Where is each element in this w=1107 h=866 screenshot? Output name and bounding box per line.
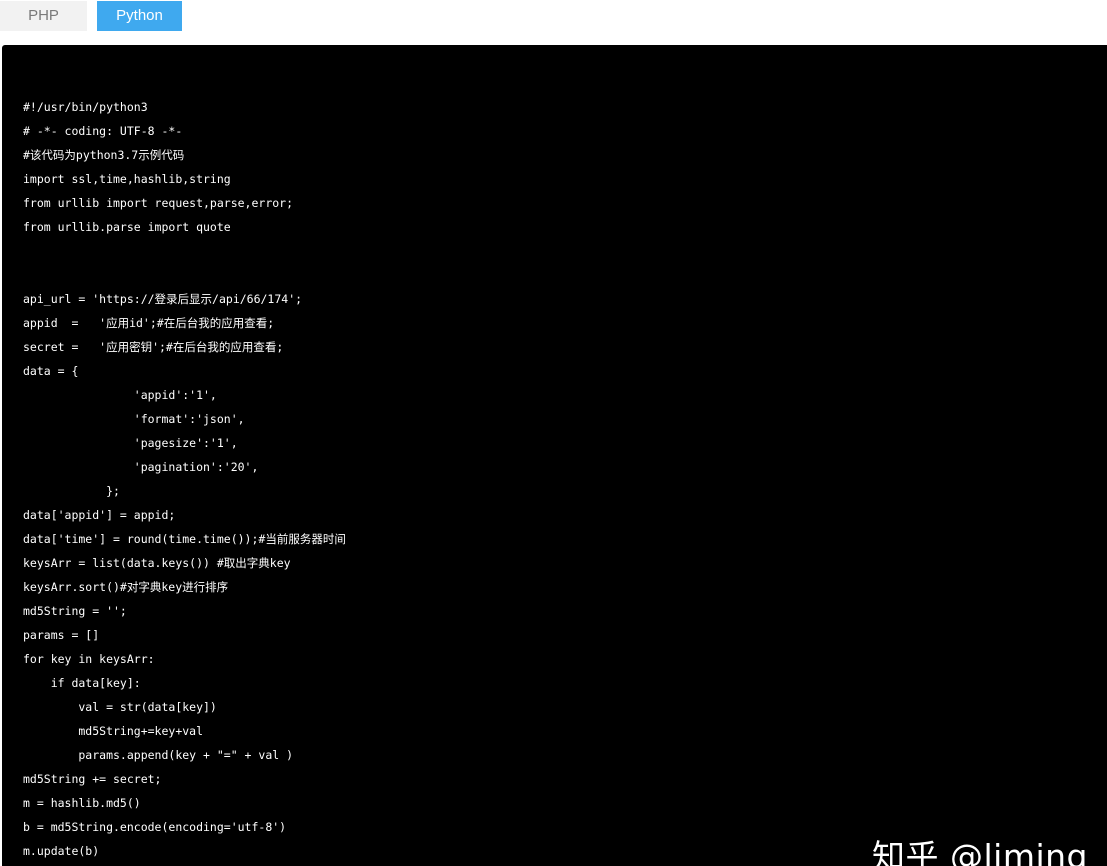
code-line: params = [] [23,628,100,642]
code-line: 'pagesize':'1', [23,436,238,450]
code-line: keysArr = list(data.keys()) #取出字典key [23,556,291,570]
language-tabs: PHP Python [0,0,1107,44]
code-line: 'format':'json', [23,412,245,426]
code-line: # -*- coding: UTF-8 -*- [23,124,183,138]
code-line: }; [23,484,120,498]
code-line: 'pagination':'20', [23,460,259,474]
code-line: if data[key]: [23,676,141,690]
code-line: data['time'] = round(time.time());#当前服务器… [23,532,346,546]
zhihu-watermark: 知乎 @liming [872,837,1089,866]
code-line: from urllib import request,parse,error; [23,196,294,210]
code-block: #!/usr/bin/python3 # -*- coding: UTF-8 -*… [2,45,1107,866]
code-line: 'appid':'1', [23,388,217,402]
code-lines: #!/usr/bin/python3 # -*- coding: UTF-8 -*… [23,95,346,863]
code-line: data['appid'] = appid; [23,508,176,522]
code-line: b = md5String.encode(encoding='utf-8') [23,820,287,834]
code-line: data = { [23,364,79,378]
code-line: md5String += secret; [23,772,162,786]
code-line: md5String+=key+val [23,724,204,738]
code-line: appid = '应用id';#在后台我的应用查看; [23,316,275,330]
code-line: m.update(b) [23,844,100,858]
tab-php[interactable]: PHP [0,1,87,31]
code-line: md5String = ''; [23,604,127,618]
code-line: api_url = 'https://登录后显示/api/66/174'; [23,292,303,306]
code-line: #!/usr/bin/python3 [23,100,148,114]
code-line: keysArr.sort()#对字典key进行排序 [23,580,229,594]
code-line: #该代码为python3.7示例代码 [23,148,185,162]
code-line: params.append(key + "=" + val ) [23,748,294,762]
tab-python[interactable]: Python [97,1,182,31]
code-line: import ssl,time,hashlib,string [23,172,231,186]
code-line: secret = '应用密钥';#在后台我的应用查看; [23,340,284,354]
code-line: val = str(data[key]) [23,700,217,714]
code-line: from urllib.parse import quote [23,220,231,234]
code-line: m = hashlib.md5() [23,796,141,810]
code-line: for key in keysArr: [23,652,155,666]
